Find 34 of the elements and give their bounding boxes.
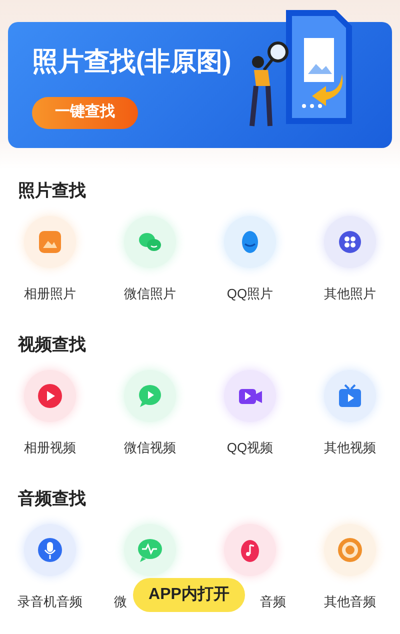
banner-title: 照片查找(非原图)	[32, 44, 232, 78]
waveform-bubble-icon	[136, 536, 164, 564]
category-icon-button[interactable]	[224, 370, 276, 422]
category-label: 相册照片	[24, 286, 76, 301]
category-icon-button[interactable]	[324, 524, 376, 576]
tv-icon	[336, 382, 364, 410]
section-title: 视频查找	[18, 335, 86, 354]
category-icon-button[interactable]	[124, 216, 176, 268]
category-label: 微信视频	[124, 440, 176, 455]
category-label: 其他视频	[324, 440, 376, 455]
four-petal-icon	[336, 228, 364, 256]
category-icon-button[interactable]	[324, 370, 376, 422]
category-label: 录音机音频	[18, 594, 82, 609]
disc-icon	[336, 536, 364, 564]
section-title: 音频查找	[18, 489, 86, 508]
image-icon	[36, 228, 64, 256]
category-icon-button[interactable]	[24, 216, 76, 268]
category-icon-button[interactable]	[224, 524, 276, 576]
category-label: QQ视频	[226, 440, 274, 455]
category-label: 其他音频	[324, 594, 376, 609]
category-label: 微	[114, 594, 127, 609]
category-icon-button[interactable]	[24, 524, 76, 576]
chat-play-icon	[136, 382, 164, 410]
category-icon-button[interactable]	[24, 370, 76, 422]
category-label: 音频	[260, 594, 286, 609]
microphone-icon	[36, 536, 64, 564]
open-in-app-button[interactable]: APP内打开	[133, 578, 245, 612]
category-label: 相册视频	[24, 440, 76, 455]
category-label: 微信照片	[124, 286, 176, 301]
category-icon-button[interactable]	[224, 216, 276, 268]
category-label: 其他照片	[324, 286, 376, 301]
section-title: 照片查找	[18, 181, 86, 200]
play-icon	[36, 382, 64, 410]
category-label: QQ照片	[226, 286, 274, 301]
